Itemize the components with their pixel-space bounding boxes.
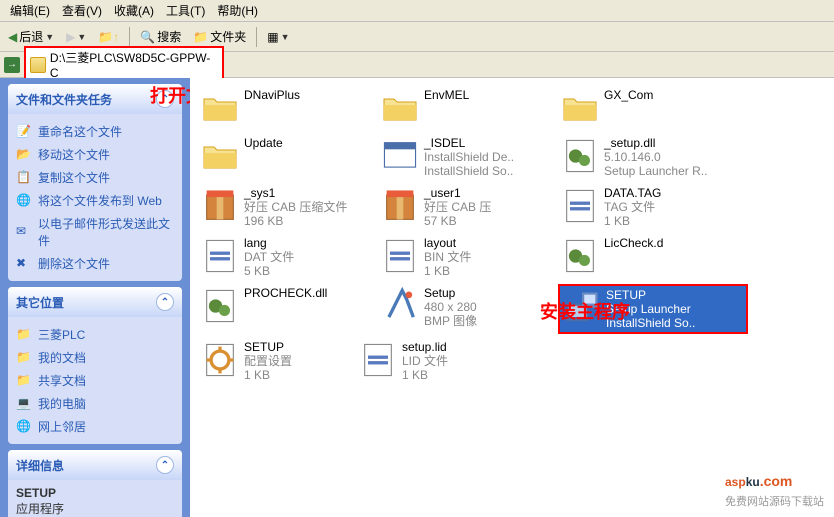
watermark: aspku.com 免费网站源码下载站 <box>725 461 824 509</box>
menu-view[interactable]: 查看(V) <box>56 0 108 21</box>
task-email[interactable]: ✉以电子邮件形式发送此文件 <box>16 212 174 252</box>
up-button[interactable]: 📁↑ <box>94 28 123 46</box>
task-move[interactable]: 📂移动这个文件 <box>16 143 174 166</box>
menu-help[interactable]: 帮助(H) <box>211 0 264 21</box>
detail-name: SETUP <box>16 486 174 500</box>
task-rename[interactable]: 📝重命名这个文件 <box>16 120 174 143</box>
address-bar: → D:\三菱PLC\SW8D5C-GPPW-C <box>0 52 834 78</box>
menu-fav[interactable]: 收藏(A) <box>108 0 160 21</box>
file-datatag[interactable]: DATA.TAGTAG 文件1 KB <box>558 184 726 230</box>
details-header[interactable]: 详细信息⌃ <box>8 450 182 480</box>
details-panel: 详细信息⌃ SETUP 应用程序 修改日期: 1998年1月22日 <box>8 450 182 517</box>
search-button[interactable]: 🔍搜索 <box>136 26 185 47</box>
file-setup-bmp[interactable]: Setup480 x 280BMP 图像 <box>378 284 546 334</box>
file-setupdll[interactable]: _setup.dll5.10.146.0Setup Launcher R.. <box>558 134 726 180</box>
sidebar: 文件和文件夹任务⌃ 📝重命名这个文件 📂移动这个文件 📋复制这个文件 🌐将这个文… <box>0 78 190 517</box>
views-button[interactable]: ▦▼ <box>263 28 293 46</box>
file-liccheck[interactable]: LicCheck.d <box>558 234 726 280</box>
file-user1[interactable]: _user1好压 CAB 压57 KB <box>378 184 546 230</box>
annotation-install: 安装主程序 <box>540 298 630 324</box>
file-isdel[interactable]: _ISDELInstallShield De..InstallShield So… <box>378 134 546 180</box>
address-path: D:\三菱PLC\SW8D5C-GPPW-C <box>50 49 218 80</box>
file-setuplid[interactable]: setup.lidLID 文件1 KB <box>356 338 524 384</box>
place-computer[interactable]: 💻我的电脑 <box>16 392 174 415</box>
place-network[interactable]: 🌐网上邻居 <box>16 415 174 438</box>
places-header[interactable]: 其它位置⌃ <box>8 287 182 317</box>
file-sys1[interactable]: _sys1好压 CAB 压缩文件196 KB <box>198 184 366 230</box>
file-procheck[interactable]: PROCHECK.dll <box>198 284 366 334</box>
folder-gxcom[interactable]: GX_Com <box>558 86 726 130</box>
task-delete[interactable]: ✖删除这个文件 <box>16 252 174 275</box>
places-panel: 其它位置⌃ 📁三菱PLC 📁我的文档 📁共享文档 💻我的电脑 🌐网上邻居 <box>8 287 182 444</box>
folder-update[interactable]: Update <box>198 134 366 180</box>
place-parent[interactable]: 📁三菱PLC <box>16 323 174 346</box>
task-copy[interactable]: 📋复制这个文件 <box>16 166 174 189</box>
file-setup-ini[interactable]: SETUP配置设置1 KB <box>198 338 344 384</box>
detail-type: 应用程序 <box>16 500 174 517</box>
place-documents[interactable]: 📁我的文档 <box>16 346 174 369</box>
file-layout[interactable]: layoutBIN 文件1 KB <box>378 234 546 280</box>
folder-envmel[interactable]: EnvMEL <box>378 86 546 130</box>
file-list: DNaviPlus EnvMEL GX_Com Update _ISDELIns… <box>190 78 834 517</box>
place-shared[interactable]: 📁共享文档 <box>16 369 174 392</box>
go-icon[interactable]: → <box>4 57 20 73</box>
folder-dnaviplus[interactable]: DNaviPlus <box>198 86 366 130</box>
task-publish[interactable]: 🌐将这个文件发布到 Web <box>16 189 174 212</box>
menu-edit[interactable]: 编辑(E) <box>4 0 56 21</box>
file-lang[interactable]: langDAT 文件5 KB <box>198 234 366 280</box>
forward-button[interactable]: ▶▼ <box>62 28 90 46</box>
back-button[interactable]: ◀后退▼ <box>4 26 58 47</box>
tasks-panel: 文件和文件夹任务⌃ 📝重命名这个文件 📂移动这个文件 📋复制这个文件 🌐将这个文… <box>8 84 182 281</box>
menubar: 编辑(E) 查看(V) 收藏(A) 工具(T) 帮助(H) <box>0 0 834 22</box>
folder-icon <box>30 57 46 73</box>
menu-tools[interactable]: 工具(T) <box>160 0 211 21</box>
folders-button[interactable]: 📁文件夹 <box>189 26 250 47</box>
